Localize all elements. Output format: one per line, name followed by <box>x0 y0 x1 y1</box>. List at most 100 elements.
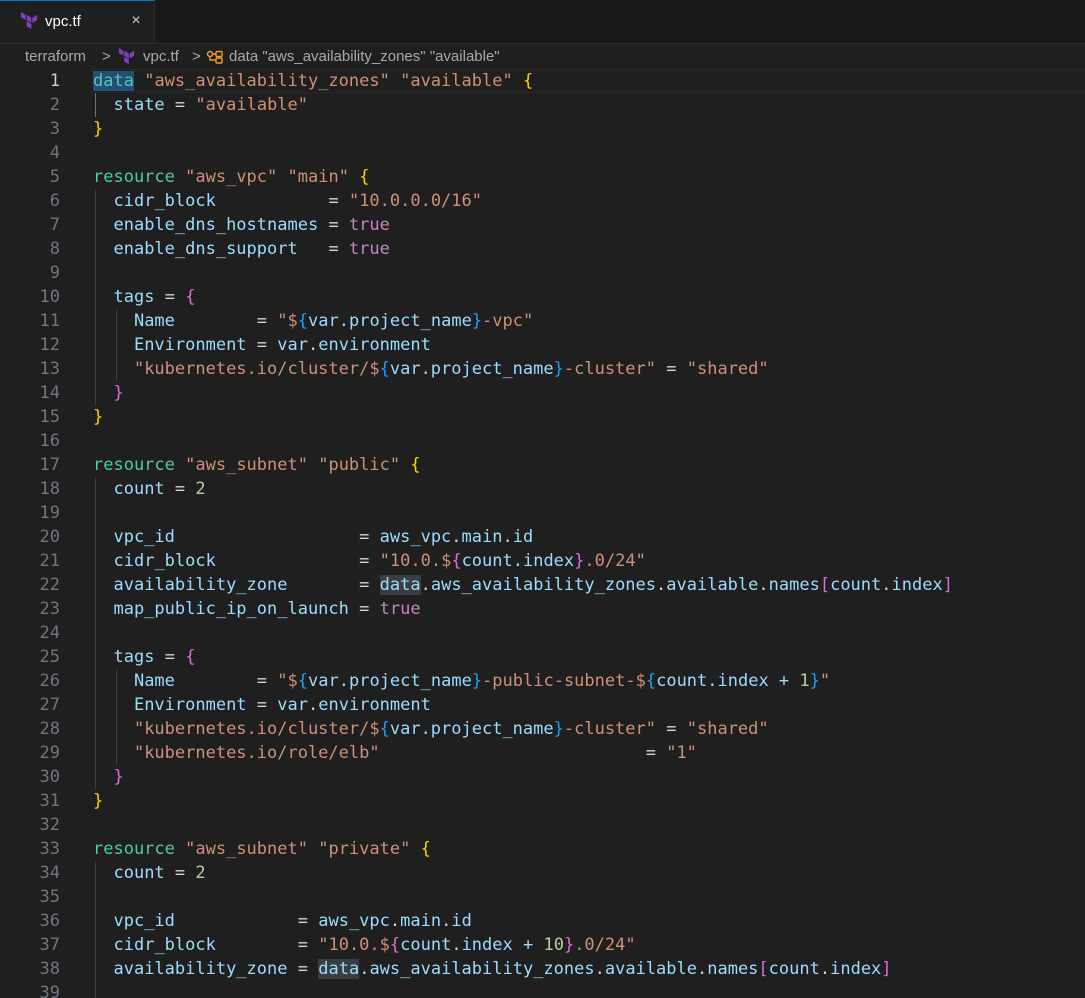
tab-label: vpc.tf <box>45 13 81 30</box>
code-line[interactable]: 34 count = 2 <box>0 861 1085 885</box>
code-line[interactable]: 20 vpc_id = aws_vpc.main.id <box>0 525 1085 549</box>
line-number: 34 <box>39 863 60 883</box>
code-line[interactable]: 15} <box>0 405 1085 429</box>
line-number: 3 <box>49 119 60 139</box>
line-number: 10 <box>39 287 60 307</box>
code-editor[interactable]: 1 data "aws_availability_zones" "availabl… <box>0 69 1085 998</box>
code-line[interactable]: 11 Name = "${var.project_name}-vpc" <box>0 309 1085 333</box>
terraform-icon <box>118 48 135 65</box>
line-number: 4 <box>49 143 60 163</box>
code-text: tags = { <box>113 647 196 667</box>
code-text: vpc_id = aws_vpc.main.id <box>113 911 472 931</box>
code-line[interactable]: 21 cidr_block = "10.0.${count.index}.0/2… <box>0 549 1085 573</box>
code-line[interactable]: 13 "kubernetes.io/cluster/${var.project_… <box>0 357 1085 381</box>
code-text: data "aws_availability_zones" "available… <box>93 71 534 91</box>
symbol-structure-icon <box>206 50 223 64</box>
indent-guide <box>115 309 117 381</box>
code-line[interactable]: 32 <box>0 813 1085 837</box>
editor-tab-bar: vpc.tf × <box>0 0 1085 44</box>
code-line[interactable]: 6 cidr_block = "10.0.0.0/16" <box>0 189 1085 213</box>
line-number: 23 <box>39 599 60 619</box>
code-line[interactable]: 30 } <box>0 765 1085 789</box>
code-line[interactable]: 9 <box>0 261 1085 285</box>
code-text: } <box>93 119 104 139</box>
indent-guide <box>95 477 97 789</box>
code-text: map_public_ip_on_launch = true <box>113 599 421 619</box>
code-line[interactable]: 12 Environment = var.environment <box>0 333 1085 357</box>
code-text: availability_zone = data.aws_availabilit… <box>113 959 892 979</box>
code-line[interactable]: 24 <box>0 621 1085 645</box>
breadcrumb-folder[interactable]: terraform <box>25 47 86 66</box>
line-number: 6 <box>49 191 60 211</box>
code-text: enable_dns_hostnames = true <box>113 215 390 235</box>
line-number: 17 <box>39 455 60 475</box>
code-line[interactable]: 10 tags = { <box>0 285 1085 309</box>
code-line[interactable]: 17 resource "aws_subnet" "public" { <box>0 453 1085 477</box>
line-number: 22 <box>39 575 60 595</box>
code-line[interactable]: 14 } <box>0 381 1085 405</box>
code-line[interactable]: 3} <box>0 117 1085 141</box>
line-number: 14 <box>39 383 60 403</box>
line-number: 16 <box>39 431 60 451</box>
line-number: 8 <box>49 239 60 259</box>
code-line[interactable]: 38 availability_zone = data.aws_availabi… <box>0 957 1085 981</box>
code-line[interactable]: 27 Environment = var.environment <box>0 693 1085 717</box>
code-text: "kubernetes.io/cluster/${var.project_nam… <box>133 719 769 739</box>
code-line[interactable]: 1 data "aws_availability_zones" "availabl… <box>0 69 1085 93</box>
code-text: cidr_block = "10.0.${count.index + 10}.0… <box>113 935 636 955</box>
line-number: 32 <box>39 815 60 835</box>
line-number: 37 <box>39 935 60 955</box>
code-line[interactable]: 31} <box>0 789 1085 813</box>
breadcrumb-file[interactable]: vpc.tf <box>143 47 179 66</box>
code-text: count = 2 <box>113 863 206 883</box>
terraform-icon <box>20 12 38 30</box>
code-line[interactable]: 25 tags = { <box>0 645 1085 669</box>
code-line[interactable]: 8 enable_dns_support = true <box>0 237 1085 261</box>
code-line[interactable]: 4 <box>0 141 1085 165</box>
close-icon[interactable]: × <box>128 13 144 29</box>
line-number: 29 <box>39 743 60 763</box>
code-line[interactable]: 37 cidr_block = "10.0.${count.index + 10… <box>0 933 1085 957</box>
code-line[interactable]: 39 <box>0 981 1085 998</box>
code-line[interactable]: 28 "kubernetes.io/cluster/${var.project_… <box>0 717 1085 741</box>
code-line[interactable]: 22 availability_zone = data.aws_availabi… <box>0 573 1085 597</box>
code-line[interactable]: 19 <box>0 501 1085 525</box>
code-text: cidr_block = "10.0.0.0/16" <box>113 191 482 211</box>
code-line[interactable]: 26 Name = "${var.project_name}-public-su… <box>0 669 1085 693</box>
code-line[interactable]: 18 count = 2 <box>0 477 1085 501</box>
line-number: 28 <box>39 719 60 739</box>
indent-guide <box>95 189 97 405</box>
breadcrumb-symbol[interactable]: data "aws_availability_zones" "available… <box>229 47 500 66</box>
code-text: Name = "${var.project_name}-public-subne… <box>133 671 831 691</box>
line-number: 7 <box>49 215 60 235</box>
code-text: tags = { <box>113 287 196 307</box>
chevron-right-icon: > <box>192 48 201 65</box>
tab-vpc-tf[interactable]: vpc.tf × <box>0 0 155 43</box>
indent-guide <box>115 669 117 765</box>
line-number: 13 <box>39 359 60 379</box>
line-number: 35 <box>39 887 60 907</box>
line-number: 26 <box>39 671 60 691</box>
line-number: 1 <box>49 71 60 91</box>
code-text: state = "available" <box>113 95 309 115</box>
code-line[interactable]: 35 <box>0 885 1085 909</box>
code-text: } <box>113 767 124 787</box>
code-line[interactable]: 23 map_public_ip_on_launch = true <box>0 597 1085 621</box>
code-line[interactable]: 7 enable_dns_hostnames = true <box>0 213 1085 237</box>
code-text: enable_dns_support = true <box>113 239 390 259</box>
code-text: vpc_id = aws_vpc.main.id <box>113 527 534 547</box>
code-line[interactable]: 2 state = "available" <box>0 93 1085 117</box>
code-text: Environment = var.environment <box>133 335 431 355</box>
line-number: 24 <box>39 623 60 643</box>
code-line[interactable]: 36 vpc_id = aws_vpc.main.id <box>0 909 1085 933</box>
breadcrumb: terraform > vpc.tf > data "aws_availabil… <box>0 44 1085 69</box>
line-number: 9 <box>49 263 60 283</box>
chevron-right-icon: > <box>102 48 111 65</box>
line-number: 30 <box>39 767 60 787</box>
code-line[interactable]: 5 resource "aws_vpc" "main" { <box>0 165 1085 189</box>
code-text: } <box>113 383 124 403</box>
code-line[interactable]: 33 resource "aws_subnet" "private" { <box>0 837 1085 861</box>
code-line[interactable]: 16 <box>0 429 1085 453</box>
code-line[interactable]: 29 "kubernetes.io/role/elb" = "1" <box>0 741 1085 765</box>
line-number: 12 <box>39 335 60 355</box>
